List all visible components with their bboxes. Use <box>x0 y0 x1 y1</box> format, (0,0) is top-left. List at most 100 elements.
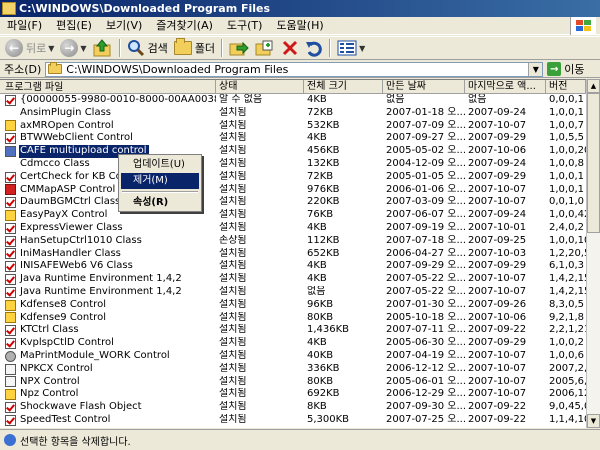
cell-name[interactable]: HanSetupCtrl1010 Class <box>0 235 216 248</box>
delete-button[interactable] <box>278 37 302 59</box>
table-row[interactable]: DaumBGMCtrl Class 설치됨 220KB 2007-03-09 오...… <box>0 196 586 209</box>
cell-name[interactable]: NPX Control <box>0 376 216 389</box>
folders-button[interactable]: 폴더 <box>171 37 218 59</box>
table-row[interactable]: BTWWebClient Control 설치됨 4KB 2007-09-27 오..… <box>0 132 586 145</box>
table-row[interactable]: Npz Control 설치됨 692KB 2006-12-29 오... 2007-1… <box>0 388 586 401</box>
table-row[interactable]: SpeedTest Control 설치됨 5,300KB 2007-07-25 오.… <box>0 414 586 427</box>
table-row[interactable]: CMMapASP Control 설치됨 976KB 2006-01-06 오... 2… <box>0 184 586 197</box>
table-row[interactable]: INISAFEWeb6 V6 Class 설치됨 4KB 2007-09-29 오..… <box>0 260 586 273</box>
menu-bar: 파일(F) 편집(E) 보기(V) 즐겨찾기(A) 도구(T) 도움말(H) <box>0 17 600 35</box>
cell-name[interactable]: Shockwave Flash Object <box>0 401 216 414</box>
context-update[interactable]: 업데이트(U) <box>121 157 199 173</box>
cell-name[interactable]: MaPrintModule_WORK Control <box>0 350 216 363</box>
cell-name[interactable]: KTCtrl Class <box>0 324 216 337</box>
context-properties[interactable]: 속성(R) <box>121 195 199 211</box>
table-row[interactable]: KvplspCtlD Control 설치됨 4KB 2005-06-30 오... 2… <box>0 337 586 350</box>
chevron-down-icon[interactable]: ▼ <box>48 44 54 53</box>
address-input[interactable]: C:\WINDOWS\Downloaded Program Files ▼ <box>45 61 544 77</box>
column-header-created[interactable]: 만든 날짜 <box>383 80 465 94</box>
cell-size: 4KB <box>307 260 327 272</box>
control-icon <box>5 133 16 145</box>
file-list[interactable]: 프로그램 파일 상태 전체 크기 만든 날짜 마지막으로 액... 버전 {00… <box>0 79 586 428</box>
scroll-thumb[interactable] <box>587 93 600 233</box>
cell-version: 2,2,1,21 <box>549 324 586 336</box>
cell-name[interactable]: {00000055-9980-0010-8000-00AA00389B71} <box>0 94 216 107</box>
cell-name[interactable]: ExpressViewer Class <box>0 222 216 235</box>
scroll-down-icon[interactable]: ▼ <box>587 414 600 428</box>
column-header-last-accessed[interactable]: 마지막으로 액... <box>465 80 546 94</box>
cell-name[interactable]: Java Runtime Environment 1,4,2 <box>0 273 216 286</box>
table-row[interactable]: CAFE multiupload control 설치됨 456KB 2005-05-… <box>0 145 586 158</box>
table-row[interactable]: Shockwave Flash Object 설치됨 8KB 2007-09-30 오… <box>0 401 586 414</box>
menu-help[interactable]: 도움말(H) <box>269 17 330 35</box>
table-row[interactable]: NPKCX Control 설치됨 336KB 2006-12-12 오... 2007… <box>0 363 586 376</box>
cell-version: 1,0,0,1 <box>549 183 584 195</box>
search-button[interactable]: 검색 <box>124 37 171 59</box>
table-row[interactable]: ExpressViewer Class 설치됨 4KB 2007-09-19 오...… <box>0 222 586 235</box>
cell-status: 설치됨 <box>219 170 247 182</box>
up-folder-button[interactable] <box>90 37 116 59</box>
menu-view[interactable]: 보기(V) <box>99 17 149 35</box>
cell-name[interactable]: AnsimPlugin Class <box>0 107 216 120</box>
cell-name[interactable]: SpeedTest Control <box>0 414 216 427</box>
context-remove[interactable]: 제거(M) <box>121 173 199 189</box>
table-row[interactable]: HanSetupCtrl1010 Class 손상됨 112KB 2007-07-18… <box>0 235 586 248</box>
table-row[interactable]: axMROpen Control 설치됨 532KB 2007-07-09 오... 2… <box>0 120 586 133</box>
cell-status: 설치됨 <box>219 324 247 336</box>
table-row[interactable]: Cdmcco Class 설치됨 132KB 2004-12-09 오... 2007-… <box>0 158 586 171</box>
table-row[interactable]: MaPrintModule_WORK Control 설치됨 40KB 2007-04… <box>0 350 586 363</box>
cell-created: 2006-12-12 오... <box>386 362 465 374</box>
cell-last-accessed: 2007-10-07 <box>468 375 527 387</box>
cell-name[interactable]: NPKCX Control <box>0 363 216 376</box>
row-name: MaPrintModule_WORK Control <box>20 349 170 361</box>
cell-name[interactable]: IniMasHandler Class <box>0 248 216 261</box>
table-row[interactable]: Kdfense9 Control 설치됨 80KB 2005-10-18 오... 20… <box>0 312 586 325</box>
menu-file[interactable]: 파일(F) <box>0 17 49 35</box>
table-row[interactable]: {00000055-9980-0010-8000-00AA00389B71}알 … <box>0 94 586 107</box>
table-row[interactable]: Java Runtime Environment 1,4,2 설치됨 4KB 2007… <box>0 273 586 286</box>
forward-arrow-icon: → <box>60 39 79 57</box>
move-to-button[interactable] <box>226 37 252 59</box>
cell-last-accessed: 2007-10-07 <box>468 273 527 285</box>
undo-button[interactable] <box>302 37 326 59</box>
cell-size: 80KB <box>307 311 334 323</box>
table-row[interactable]: Kdfense8 Control 설치됨 96KB 2007-01-30 오... 20… <box>0 299 586 312</box>
row-name: EasyPayX Control <box>20 209 108 221</box>
cell-name[interactable]: axMROpen Control <box>0 120 216 133</box>
menu-tools[interactable]: 도구(T) <box>220 17 270 35</box>
column-header-version[interactable]: 버전 <box>546 80 586 94</box>
cell-status: 설치됨 <box>219 260 247 272</box>
chevron-down-icon[interactable]: ▼ <box>528 62 543 76</box>
chevron-down-icon[interactable]: ▼ <box>359 44 365 53</box>
column-header-status[interactable]: 상태 <box>216 80 304 94</box>
address-bar: 주소(D) C:\WINDOWS\Downloaded Program File… <box>0 61 600 78</box>
cell-name[interactable]: Npz Control <box>0 388 216 401</box>
column-header-name[interactable]: 프로그램 파일 <box>0 80 216 94</box>
cell-name[interactable]: INISAFEWeb6 V6 Class <box>0 260 216 273</box>
cell-name[interactable]: Kdfense9 Control <box>0 312 216 325</box>
menu-edit[interactable]: 편집(E) <box>49 17 99 35</box>
back-button[interactable]: ← 뒤로 ▼ <box>2 37 57 59</box>
go-button[interactable]: → 이동 <box>547 61 585 77</box>
vertical-scrollbar[interactable]: ▲ ▼ <box>586 79 600 428</box>
table-row[interactable]: CertCheck for KB Contr 설치됨 72KB 2005-01-05 … <box>0 171 586 184</box>
cell-name[interactable]: Kdfense8 Control <box>0 299 216 312</box>
copy-to-button[interactable] <box>252 37 278 59</box>
table-row[interactable]: Java Runtime Environment 1,4,2 설치됨 없음 2007-… <box>0 286 586 299</box>
cell-name[interactable]: KvplspCtlD Control <box>0 337 216 350</box>
column-header-size[interactable]: 전체 크기 <box>304 80 383 94</box>
cell-name[interactable]: BTWWebClient Control <box>0 132 216 145</box>
forward-button[interactable]: → ▼ <box>57 37 89 59</box>
scroll-up-icon[interactable]: ▲ <box>587 79 600 93</box>
menu-favorites[interactable]: 즐겨찾기(A) <box>149 17 220 35</box>
cell-version: 6,1,0,3 <box>549 260 584 272</box>
table-row[interactable]: KTCtrl Class 설치됨 1,436KB 2007-07-11 오... 200… <box>0 324 586 337</box>
views-button[interactable]: ▼ <box>334 37 368 59</box>
cell-name[interactable]: Java Runtime Environment 1,4,2 <box>0 286 216 299</box>
cell-created: 2007-09-27 오... <box>386 132 465 144</box>
table-row[interactable]: NPX Control 설치됨 80KB 2005-06-01 오... 2007-10… <box>0 376 586 389</box>
table-row[interactable]: AnsimPlugin Class 설치됨 72KB 2007-01-18 오... 2… <box>0 107 586 120</box>
table-row[interactable]: IniMasHandler Class 설치됨 652KB 2006-04-27 오.… <box>0 248 586 261</box>
chevron-down-icon[interactable]: ▼ <box>80 44 86 53</box>
table-row[interactable]: EasyPayX Control 설치됨 76KB 2007-06-07 오... 20… <box>0 209 586 222</box>
